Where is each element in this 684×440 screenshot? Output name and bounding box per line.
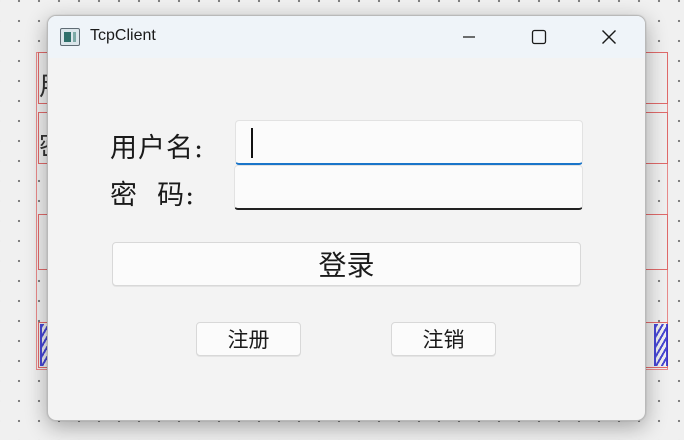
login-button[interactable]: 登录: [112, 242, 581, 286]
window-title: TcpClient: [90, 27, 156, 44]
minimize-icon: [463, 36, 475, 38]
close-icon: [602, 30, 616, 44]
text-caret: [251, 128, 253, 158]
app-window: TcpClient 用户名: 密 码: 登录 注册 注销: [47, 15, 646, 421]
maximize-button[interactable]: [516, 16, 562, 58]
close-button[interactable]: [586, 16, 632, 58]
maximize-icon: [531, 29, 547, 45]
title-bar[interactable]: TcpClient: [48, 16, 645, 58]
username-label: 用户名:: [110, 133, 205, 164]
logout-button[interactable]: 注销: [391, 322, 496, 356]
password-input[interactable]: [234, 165, 583, 210]
username-input[interactable]: [235, 120, 583, 165]
minimize-button[interactable]: [446, 16, 492, 58]
app-window-icon: [60, 28, 80, 46]
register-button[interactable]: 注册: [196, 322, 301, 356]
designer-spacer-mark: [654, 324, 668, 366]
password-label: 密 码:: [110, 180, 196, 211]
